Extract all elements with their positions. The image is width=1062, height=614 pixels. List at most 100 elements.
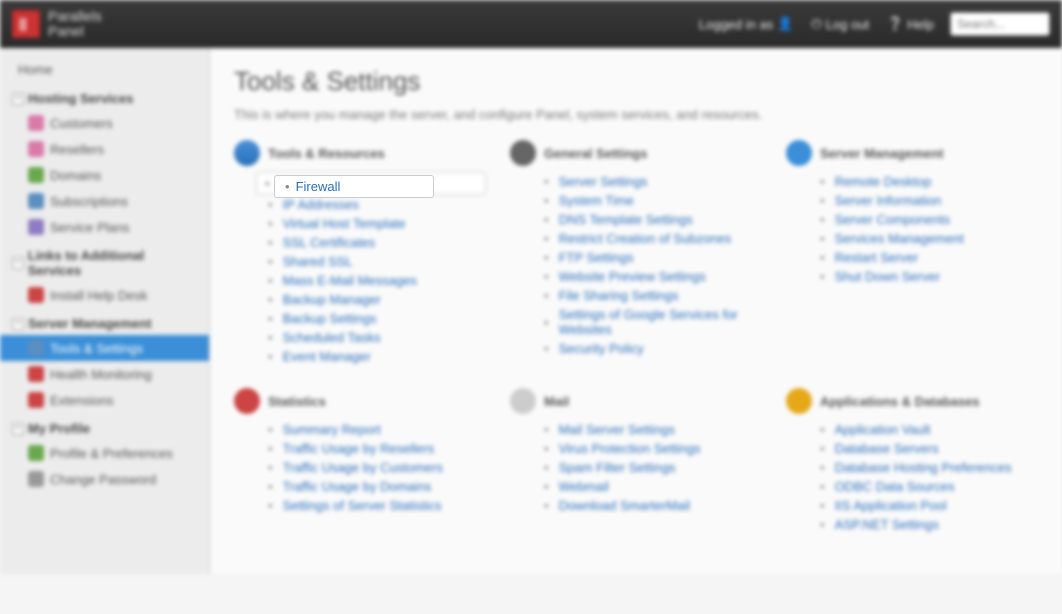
collapse-icon[interactable]: − (12, 318, 24, 330)
home-label: Home (18, 62, 53, 77)
list-item: Security Policy (544, 339, 762, 358)
settings-link[interactable]: Event Manager (283, 349, 371, 364)
settings-link[interactable]: File Sharing Settings (559, 288, 679, 303)
settings-group: Applications & DatabasesApplication Vaul… (786, 388, 1038, 534)
sidebar-item[interactable]: Customers (0, 110, 209, 136)
collapse-icon[interactable]: − (12, 423, 24, 435)
list-item: Scheduled Tasks (268, 328, 486, 347)
settings-link[interactable]: ASP.NET Settings (835, 517, 939, 532)
sidebar-item[interactable]: Domains (0, 162, 209, 188)
settings-link[interactable]: DNS Template Settings (559, 212, 693, 227)
settings-link[interactable]: Database Hosting Preferences (835, 460, 1012, 475)
sidebar-item[interactable]: Health Monitoring (0, 361, 209, 387)
sidebar-section-header[interactable]: −Server Management (0, 308, 209, 335)
settings-link[interactable]: Shut Down Server (835, 269, 941, 284)
settings-link[interactable]: Server Information (835, 193, 942, 208)
settings-link[interactable]: IIS Application Pool (835, 498, 947, 513)
sidebar-item[interactable]: Install Help Desk (0, 282, 209, 308)
logout-label: Log out (826, 17, 869, 32)
settings-link[interactable]: Security Policy (559, 341, 644, 356)
sidebar: Home −Hosting ServicesCustomersResellers… (0, 48, 210, 574)
settings-link[interactable]: Webmail (559, 479, 609, 494)
group-header: Mail (510, 388, 762, 414)
settings-link[interactable]: Services Management (835, 231, 964, 246)
sidebar-item[interactable]: Service Plans (0, 214, 209, 240)
settings-link[interactable]: Traffic Usage by Customers (283, 460, 443, 475)
user-icon (28, 115, 44, 131)
firewall-link-highlight-overlay[interactable]: • Firewall (274, 175, 434, 198)
settings-link[interactable]: Server Settings (559, 174, 648, 189)
reseller-icon (28, 141, 44, 157)
list-item: IIS Application Pool (820, 496, 1038, 515)
group-header: General Settings (510, 140, 762, 166)
settings-link[interactable]: Mass E-Mail Messages (283, 273, 417, 288)
settings-link[interactable]: Traffic Usage by Resellers (283, 441, 435, 456)
list-item: Restrict Creation of Subzones (544, 229, 762, 248)
help-label: Help (907, 17, 934, 32)
search-input[interactable] (950, 12, 1050, 36)
settings-link[interactable]: Virus Protection Settings (559, 441, 701, 456)
sidebar-item[interactable]: Change Password (0, 466, 209, 492)
sidebar-item[interactable]: Subscriptions (0, 188, 209, 214)
list-item: System Time (544, 191, 762, 210)
settings-link[interactable]: Backup Settings (283, 311, 377, 326)
sidebar-item-label: Extensions (50, 393, 114, 408)
sidebar-section-header[interactable]: −My Profile (0, 413, 209, 440)
settings-link[interactable]: Database Servers (835, 441, 939, 456)
settings-link[interactable]: Traffic Usage by Domains (283, 479, 432, 494)
settings-link[interactable]: Settings of Google Services for Websites (559, 307, 762, 337)
list-item: Traffic Usage by Customers (268, 458, 486, 477)
sidebar-item[interactable]: Profile & Preferences (0, 440, 209, 466)
settings-link[interactable]: Shared SSL (283, 254, 353, 269)
collapse-icon[interactable]: − (12, 93, 24, 105)
settings-link[interactable]: System Time (559, 193, 634, 208)
sidebar-section-header[interactable]: −Links to Additional Services (0, 240, 209, 282)
group-link-list: Firewall IP Addresses Virtual Host Templat… (234, 172, 486, 366)
sidebar-item-label: Domains (50, 168, 101, 183)
settings-link[interactable]: Restart Server (835, 250, 919, 265)
sidebar-item-label: Health Monitoring (50, 367, 152, 382)
settings-link[interactable]: Website Preview Settings (559, 269, 706, 284)
red-icon (28, 287, 44, 303)
list-item: Settings of Google Services for Websites (544, 305, 762, 339)
settings-link[interactable]: Download SmarterMail (559, 498, 691, 513)
sidebar-section-header[interactable]: −Hosting Services (0, 83, 209, 110)
firewall-link[interactable]: Firewall (296, 179, 341, 194)
settings-link[interactable]: Backup Manager (283, 292, 381, 307)
settings-link[interactable]: Virtual Host Template (283, 216, 406, 231)
settings-link[interactable]: FTP Settings (559, 250, 634, 265)
settings-link[interactable]: IP Addresses (283, 197, 359, 212)
settings-link[interactable]: Summary Report (283, 422, 381, 437)
settings-link[interactable]: Settings of Server Statistics (283, 498, 442, 513)
settings-group: Mail Mail Server Settings Virus Protection… (510, 388, 762, 534)
group-header: Statistics (234, 388, 486, 414)
sidebar-item-label: Tools & Settings (50, 341, 143, 356)
settings-link[interactable]: Restrict Creation of Subzones (559, 231, 732, 246)
collapse-icon[interactable]: − (12, 257, 24, 269)
list-item: FTP Settings (544, 248, 762, 267)
sidebar-item[interactable]: Extensions (0, 387, 209, 413)
settings-link[interactable]: Spam Filter Settings (559, 460, 676, 475)
brand-logo[interactable]: Parallels Panel (12, 9, 102, 40)
settings-link[interactable]: SSL Certificates (283, 235, 376, 250)
settings-link[interactable]: Mail Server Settings (559, 422, 675, 437)
group-title: Server Management (820, 146, 944, 161)
stats-group-icon (234, 388, 260, 414)
settings-link[interactable]: Remote Desktop (835, 174, 932, 189)
list-item: Event Manager (268, 347, 486, 366)
sidebar-home[interactable]: Home (0, 56, 209, 83)
settings-link[interactable]: ODBC Data Sources (835, 479, 955, 494)
help-button[interactable]: ❔ Help (887, 16, 934, 32)
logged-in-as[interactable]: Logged in as 👤 (699, 16, 794, 32)
settings-link[interactable]: Scheduled Tasks (283, 330, 381, 345)
settings-link[interactable]: Server Components (835, 212, 951, 227)
group-link-list: Mail Server Settings Virus Protection Set… (510, 420, 762, 515)
sidebar-item-label: Install Help Desk (50, 288, 148, 303)
logout-button[interactable]: ⏻ Log out (811, 16, 869, 32)
groups-row: Statistics Summary Report Traffic Usage by… (234, 388, 1038, 534)
sidebar-item[interactable]: Tools & Settings (0, 335, 209, 361)
sidebar-item[interactable]: Resellers (0, 136, 209, 162)
app-root: Parallels Panel Logged in as 👤 ⏻ Log out… (0, 0, 1062, 574)
settings-link[interactable]: Application Vault (835, 422, 931, 437)
list-item: Traffic Usage by Resellers (268, 439, 486, 458)
